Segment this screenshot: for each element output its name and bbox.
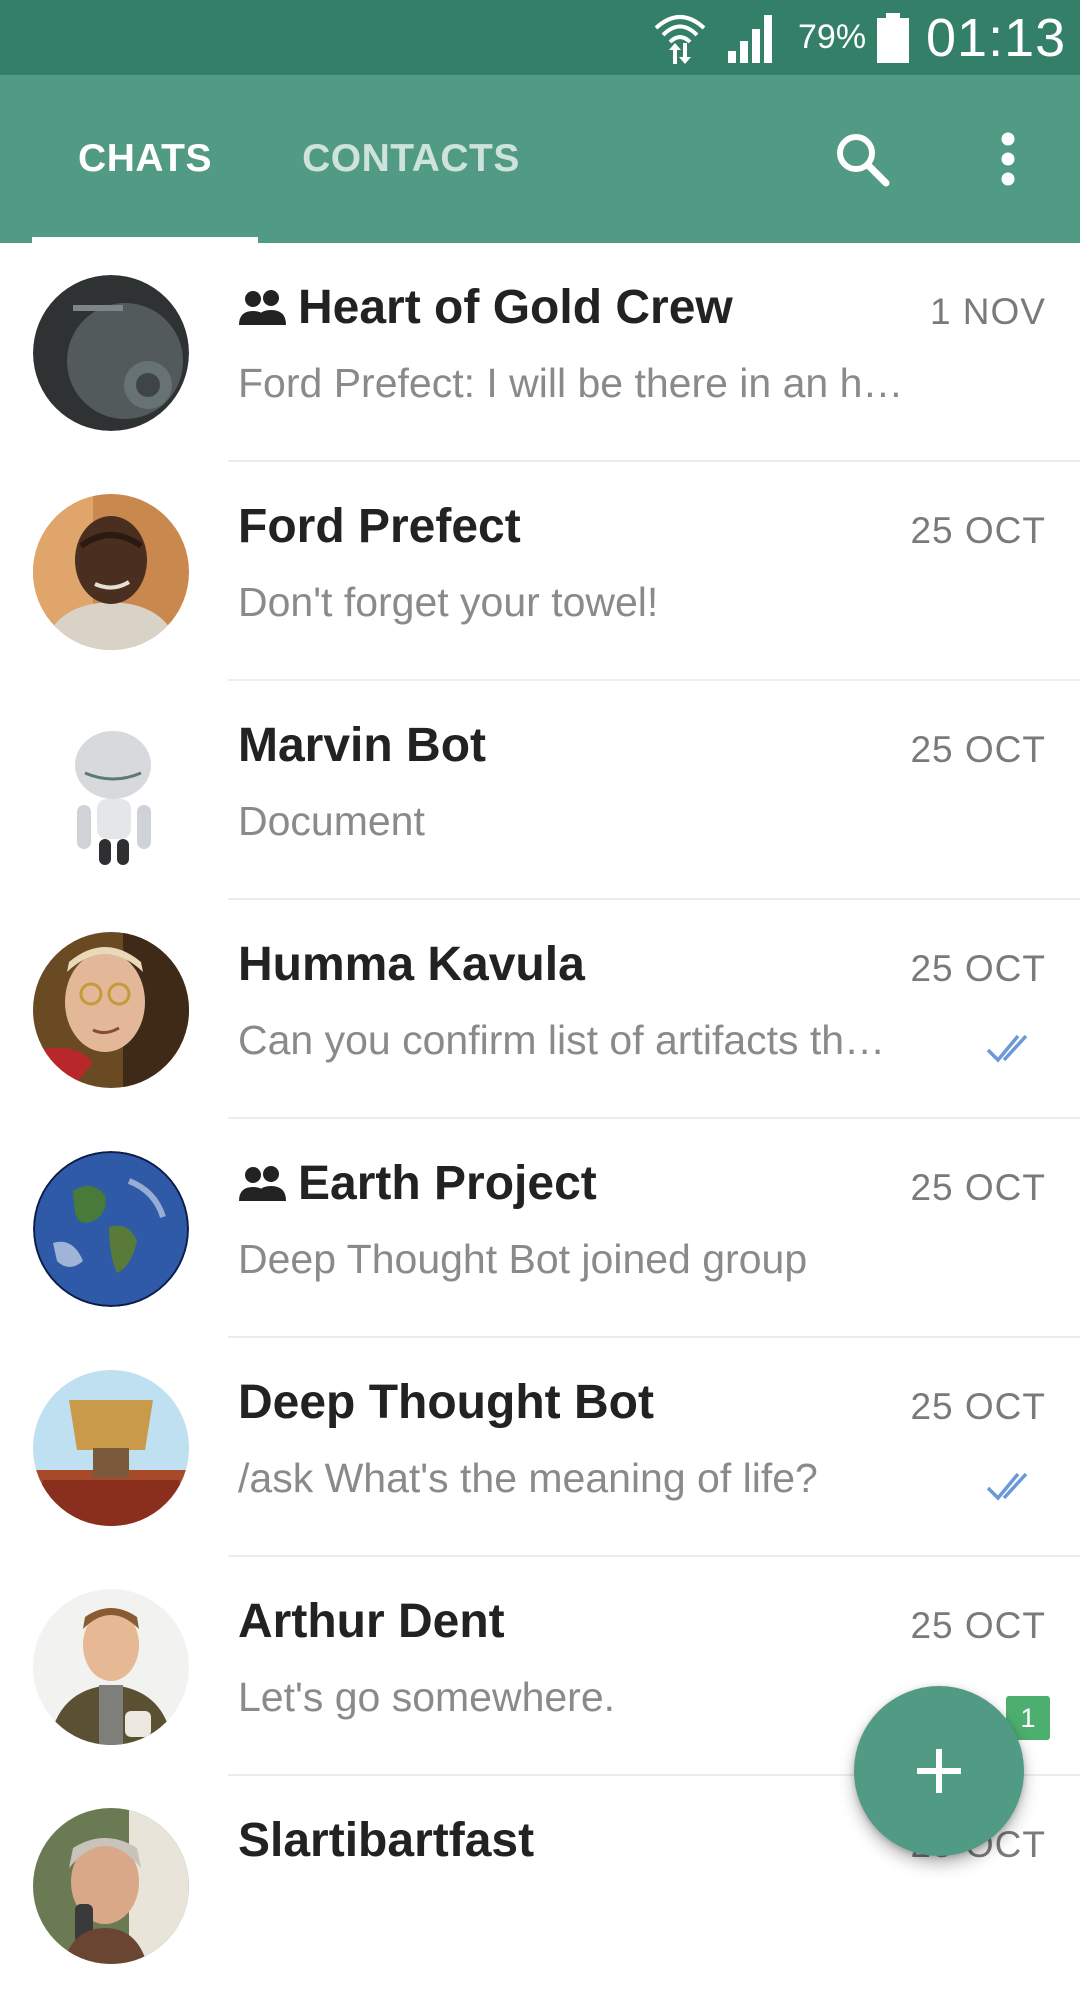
chat-row[interactable]: Deep Thought Bot 25 OCT /ask What's the … bbox=[0, 1338, 1080, 1557]
chat-title: Ford Prefect bbox=[238, 499, 521, 553]
chat-title: Humma Kavula bbox=[238, 937, 585, 991]
chat-preview: Don't forget your towel! bbox=[238, 579, 659, 625]
avatar bbox=[33, 1808, 189, 1964]
plus-icon bbox=[917, 1749, 961, 1793]
chat-date: 1 NOV bbox=[929, 291, 1046, 332]
status-bar: 79% 01:13 bbox=[0, 0, 1080, 75]
chat-preview: /ask What's the meaning of life? bbox=[238, 1455, 818, 1501]
more-options-button[interactable] bbox=[964, 115, 1052, 203]
battery-percent: 79% bbox=[798, 18, 867, 56]
wifi-icon bbox=[652, 0, 708, 75]
chat-date: 25 OCT bbox=[910, 729, 1046, 770]
group-icon bbox=[238, 1165, 288, 1201]
chat-title: Arthur Dent bbox=[238, 1594, 505, 1648]
chat-title: Earth Project bbox=[298, 1156, 597, 1210]
clock: 01:13 bbox=[926, 7, 1067, 68]
search-button[interactable] bbox=[818, 115, 906, 203]
chat-row[interactable]: Heart of Gold Crew 1 NOV Ford Prefect: I… bbox=[0, 243, 1080, 462]
battery-icon bbox=[876, 0, 910, 75]
avatar bbox=[33, 713, 189, 869]
chat-date: 25 OCT bbox=[910, 948, 1046, 989]
signal-icon bbox=[726, 0, 778, 75]
chat-preview: Let's go somewhere. bbox=[238, 1674, 616, 1720]
tab-contacts[interactable]: CONTACTS bbox=[270, 75, 552, 243]
chat-title: Slartibartfast bbox=[238, 1813, 535, 1867]
chat-row[interactable]: Earth Project 25 OCT Deep Thought Bot jo… bbox=[0, 1119, 1080, 1338]
chat-row[interactable]: Ford Prefect 25 OCT Don't forget your to… bbox=[0, 462, 1080, 681]
chat-preview: Ford Prefect: I will be there in an h… bbox=[238, 360, 904, 406]
new-chat-button[interactable] bbox=[854, 1686, 1024, 1856]
avatar bbox=[33, 275, 189, 431]
more-vert-icon bbox=[1001, 132, 1015, 186]
read-receipt-icon bbox=[986, 1466, 1038, 1506]
read-receipt-icon bbox=[986, 1028, 1038, 1068]
chat-title: Marvin Bot bbox=[238, 718, 487, 772]
group-icon bbox=[238, 289, 288, 325]
chat-preview: Document bbox=[238, 798, 425, 844]
tab-chats[interactable]: CHATS bbox=[32, 75, 258, 243]
search-icon bbox=[837, 134, 890, 187]
chat-date: 25 OCT bbox=[910, 1167, 1046, 1208]
chat-preview: Can you confirm list of artifacts th… bbox=[238, 1017, 886, 1063]
chat-title: Deep Thought Bot bbox=[238, 1375, 654, 1429]
avatar bbox=[33, 1370, 189, 1526]
avatar bbox=[33, 932, 189, 1088]
avatar bbox=[33, 494, 189, 650]
chat-title: Heart of Gold Crew bbox=[298, 280, 733, 334]
chat-row[interactable]: Marvin Bot 25 OCT Document bbox=[0, 681, 1080, 900]
chat-date: 25 OCT bbox=[910, 1605, 1046, 1646]
chat-preview: Deep Thought Bot joined group bbox=[238, 1236, 808, 1282]
avatar bbox=[33, 1589, 189, 1745]
chat-date: 25 OCT bbox=[910, 1386, 1046, 1427]
chat-row[interactable]: Humma Kavula 25 OCT Can you confirm list… bbox=[0, 900, 1080, 1119]
chat-date: 25 OCT bbox=[910, 510, 1046, 551]
avatar bbox=[33, 1151, 189, 1307]
app-bar: CHATS CONTACTS bbox=[0, 75, 1080, 243]
